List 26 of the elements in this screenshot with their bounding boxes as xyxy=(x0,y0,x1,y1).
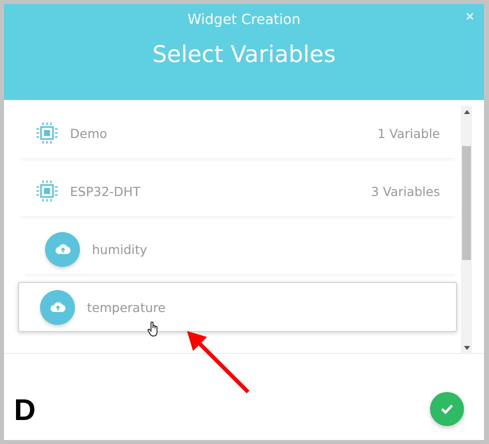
dialog-subtitle: Widget Creation xyxy=(188,12,300,28)
variable-name: humidity xyxy=(92,242,148,256)
pointer-arrow xyxy=(185,329,251,395)
scrollbar-thumb[interactable] xyxy=(462,146,471,260)
hand-cursor-icon xyxy=(147,321,159,337)
variable-item[interactable]: humidity xyxy=(23,224,457,274)
variable-name: temperature xyxy=(87,300,167,314)
dialog-title: Select Variables xyxy=(152,42,336,68)
device-item[interactable]: ESP32-DHT 3 Variables xyxy=(18,166,457,216)
cloud-upload-icon xyxy=(54,243,70,255)
device-name: ESP32-DHT xyxy=(70,184,142,198)
annotation-letter: D xyxy=(14,396,36,426)
scroll-up-icon[interactable] xyxy=(464,110,470,114)
variable-count: 3 Variables xyxy=(370,184,440,198)
chip-icon xyxy=(36,180,58,202)
check-icon xyxy=(441,404,453,414)
variable-item[interactable]: temperature xyxy=(18,282,457,332)
scroll-down-icon[interactable] xyxy=(464,346,470,350)
variable-count: 1 Variable xyxy=(377,126,440,140)
cloud-upload-icon xyxy=(50,301,66,313)
chip-icon xyxy=(36,122,58,144)
device-item[interactable]: Demo 1 Variable xyxy=(18,108,457,158)
scrollbar[interactable] xyxy=(461,106,472,354)
device-name: Demo xyxy=(70,126,108,140)
confirm-button[interactable] xyxy=(430,392,464,426)
close-button[interactable]: × xyxy=(466,8,474,24)
